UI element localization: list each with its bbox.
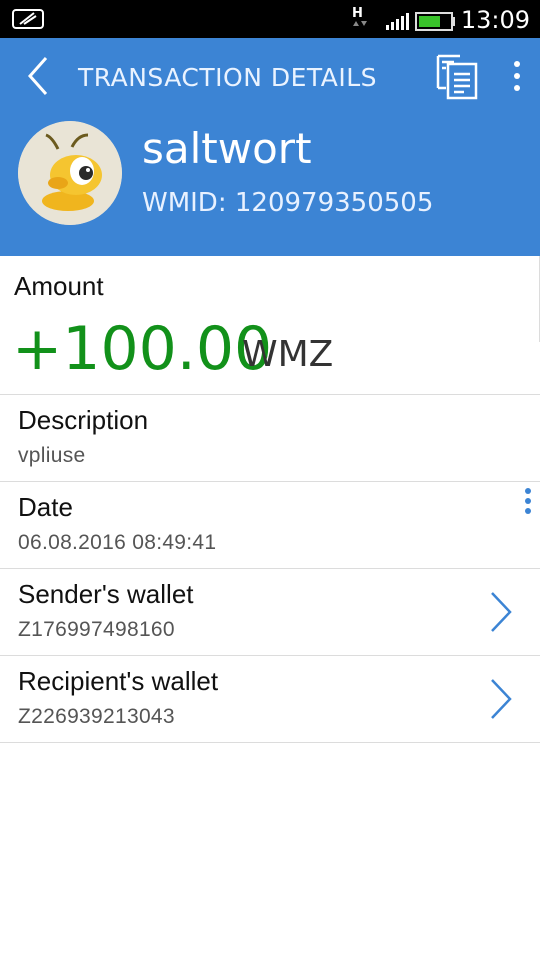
amount-label: Amount [14, 271, 104, 301]
document-copy-icon [436, 54, 478, 100]
battery-icon [415, 12, 455, 31]
sender-wallet-label: Sender's wallet [18, 579, 194, 609]
sender-wallet-value: Z176997498160 [18, 618, 175, 641]
back-button[interactable] [22, 54, 58, 98]
recipient-wallet-label: Recipient's wallet [18, 666, 219, 696]
avatar [18, 121, 122, 225]
chevron-right-icon[interactable] [488, 676, 514, 722]
scroll-indicator [522, 486, 534, 516]
recipient-wallet-value: Z226939213043 [18, 705, 175, 728]
status-bar: H 13:09 [0, 0, 540, 38]
recipient-wallet-row[interactable]: Recipient's wallet Z226939213043 [0, 656, 540, 743]
page-title: TRANSACTION DETAILS [78, 63, 378, 92]
back-arrow-icon [27, 57, 48, 95]
description-label: Description [18, 405, 149, 435]
date-row: Date 06.08.2016 08:49:41 [0, 482, 540, 569]
user-wmid: WMID: 120979350505 [142, 188, 434, 218]
copy-details-button[interactable] [434, 54, 480, 100]
sender-wallet-row[interactable]: Sender's wallet Z176997498160 [0, 569, 540, 656]
clock: 13:09 [460, 6, 530, 34]
app-header: TRANSACTION DETAILS saltwort WMID: 12097… [0, 38, 540, 256]
ant-mascot-icon [18, 121, 122, 225]
user-name: saltwort [142, 124, 312, 173]
amount-value: +100.00 [12, 314, 273, 384]
description-value: vpliuse [18, 444, 86, 467]
svg-text:H: H [352, 6, 363, 21]
more-vertical-icon [525, 488, 531, 514]
signal-icon [386, 13, 409, 30]
date-label: Date [18, 492, 73, 522]
network-activity-icon: H [352, 6, 367, 26]
overflow-menu-button[interactable] [505, 58, 529, 96]
description-row: Description vpliuse [0, 395, 540, 482]
chevron-right-icon[interactable] [488, 589, 514, 635]
date-value: 06.08.2016 08:49:41 [18, 531, 217, 554]
amount-currency: WMZ [242, 334, 334, 375]
app-notification-icon [12, 8, 44, 35]
more-vertical-icon [514, 61, 520, 91]
amount-section: Amount +100.00 WMZ [0, 256, 540, 395]
status-icons: H [350, 4, 460, 34]
